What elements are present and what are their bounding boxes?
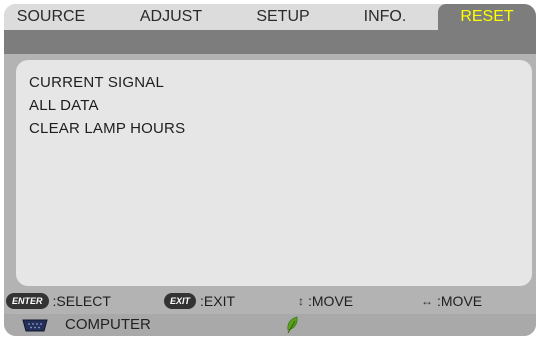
tab-setup[interactable]: SETUP	[244, 4, 322, 30]
tab-adjust[interactable]: ADJUST	[126, 4, 216, 30]
reset-menu-panel: CURRENT SIGNAL ALL DATA CLEAR LAMP HOURS	[16, 60, 532, 286]
leftright-hint: ↔ :MOVE	[421, 292, 482, 310]
menu-tab-bar: SOURCE ADJUST SETUP INFO. RESET	[4, 4, 536, 30]
menu-item-clear-lamp-hours[interactable]: CLEAR LAMP HOURS	[29, 120, 185, 137]
status-bar: COMPUTER	[4, 314, 536, 336]
exit-action-label: :EXIT	[200, 293, 236, 309]
updown-action-label: :MOVE	[308, 293, 354, 309]
leftright-arrow-icon: ↔	[421, 294, 433, 308]
input-source-label: COMPUTER	[65, 316, 151, 333]
tab-info[interactable]: INFO.	[349, 4, 421, 30]
osd-frame: SOURCE ADJUST SETUP INFO. RESET CURRENT …	[4, 4, 536, 336]
enter-key-icon: ENTER	[6, 293, 49, 309]
menu-item-all-data[interactable]: ALL DATA	[29, 97, 99, 114]
projector-osd: SOURCE ADJUST SETUP INFO. RESET CURRENT …	[0, 0, 540, 338]
tab-source[interactable]: SOURCE	[8, 4, 94, 30]
tab-reset[interactable]: RESET	[438, 4, 536, 30]
menu-item-current-signal[interactable]: CURRENT SIGNAL	[29, 74, 164, 91]
computer-port-icon	[22, 319, 48, 332]
updown-hint: ↕ :MOVE	[298, 292, 353, 310]
submenu-band	[4, 30, 536, 54]
leftright-action-label: :MOVE	[437, 293, 483, 309]
updown-arrow-icon: ↕	[298, 294, 304, 308]
eco-leaf-icon	[287, 316, 298, 334]
enter-action-label: :SELECT	[52, 293, 111, 309]
enter-hint: ENTER :SELECT	[6, 292, 111, 310]
key-hint-bar: ENTER :SELECT EXIT :EXIT ↕ :MOVE ↔ :MOVE	[4, 290, 536, 312]
exit-hint: EXIT :EXIT	[164, 292, 235, 310]
exit-key-icon: EXIT	[164, 293, 197, 309]
